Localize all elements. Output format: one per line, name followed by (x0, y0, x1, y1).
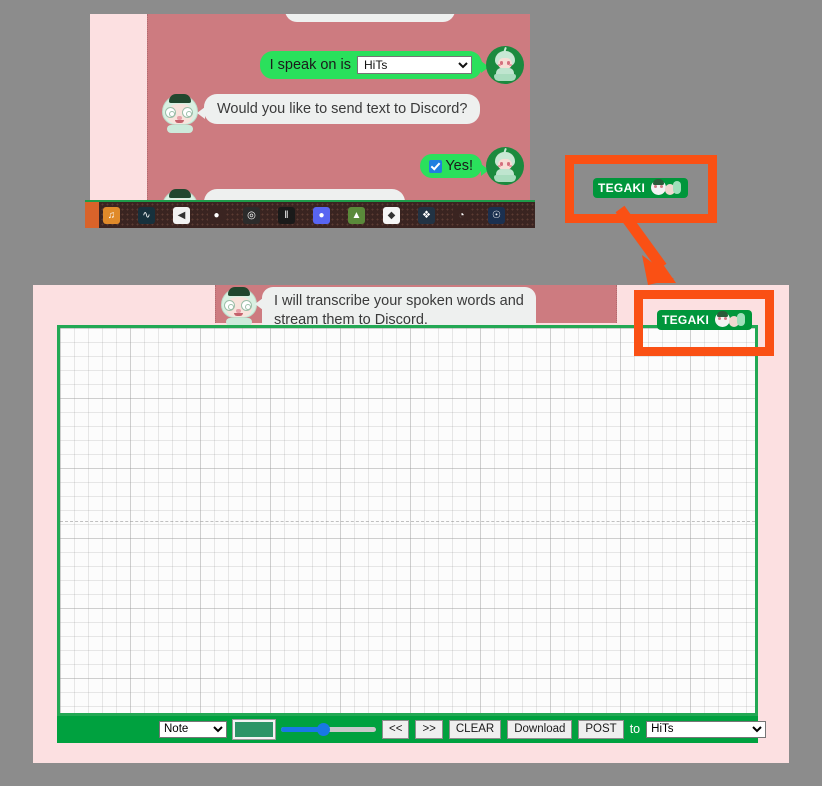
audio-speaker-icon[interactable]: ◀ (173, 206, 190, 224)
chat-row-discord-question: Would you like to send text to Discord? (160, 94, 481, 134)
drawing-toolbar: Note << >> CLEAR Download POST to HiTs (57, 716, 767, 743)
chat-bubble-yes[interactable]: Yes! (420, 153, 489, 179)
slider-thumb[interactable] (317, 722, 331, 736)
chat-bubble-cutoff-top (285, 14, 455, 22)
avatar-user-2 (486, 147, 524, 185)
obs-studio-icon[interactable]: ◎ (243, 206, 260, 224)
color-swatch-button[interactable] (232, 718, 276, 740)
download-button[interactable]: Download (507, 719, 573, 740)
taskbar-icon-row: ♫ ∿ ◀ ● ◎ ‖ ● ▲ ◆ ❖ ◔ ☉ (103, 202, 505, 228)
film-strip-icon[interactable]: ‖ (278, 206, 295, 224)
chat-bubble-speak-on: I speak on is HiTs (259, 50, 490, 80)
destination-select[interactable]: HiTs (646, 720, 767, 738)
tegaki-button-window[interactable]: TEGAKI (657, 310, 753, 330)
avatar-bot-dizzy-icon (160, 94, 200, 134)
chat-row-yes: Yes! (154, 147, 524, 185)
waveform-icon[interactable]: ∿ (138, 206, 155, 224)
avatar-bot-dizzy-icon-3 (219, 287, 259, 327)
minecraft-icon[interactable]: ▲ (348, 206, 365, 224)
krita-icon[interactable]: ◆ (383, 206, 400, 224)
taskbar-start-button[interactable] (85, 202, 99, 228)
canvas-center-guide (60, 520, 755, 522)
chibi-sprite-icon-2 (492, 147, 518, 182)
yes-label: Yes! (445, 157, 473, 174)
steam-icon[interactable]: ☉ (488, 206, 505, 224)
discord-icon[interactable]: ● (313, 206, 330, 224)
avatar-user (486, 46, 524, 84)
post-button[interactable]: POST (578, 719, 624, 740)
speak-on-select[interactable]: HiTs (357, 56, 472, 74)
tegaki-app-window: I will transcribe your spoken words and … (33, 285, 789, 763)
tegaki-button-label-2: TEGAKI (662, 313, 710, 327)
speak-on-label: I speak on is (269, 56, 351, 73)
top-browser-panel: I speak on is HiTs Would you like to sen… (90, 14, 530, 210)
drawing-canvas[interactable] (57, 325, 758, 716)
chat-bubble-discord-question: Would you like to send text to Discord? (196, 94, 481, 125)
tegaki-mascot-icon-2 (713, 311, 747, 329)
slider-fill (281, 726, 321, 732)
layer-select[interactable]: Note (159, 720, 227, 738)
redo-button[interactable]: >> (415, 719, 443, 740)
os-taskbar: ♫ ∿ ◀ ● ◎ ‖ ● ▲ ◆ ❖ ◔ ☉ (85, 200, 535, 228)
chat-transcript-area: I speak on is HiTs Would you like to sen… (147, 14, 530, 210)
headphones-icon[interactable]: ♫ (103, 206, 120, 224)
chibi-sprite-icon (492, 46, 518, 81)
blender-icon[interactable]: ◔ (453, 206, 470, 224)
undo-button[interactable]: << (382, 719, 410, 740)
camera-icon[interactable]: ● (208, 206, 225, 224)
chat-row-speak-on: I speak on is HiTs (154, 46, 524, 84)
clear-button[interactable]: CLEAR (448, 719, 502, 740)
yes-checkbox[interactable] (429, 159, 443, 173)
to-label: to (629, 722, 641, 737)
brush-size-slider[interactable] (281, 722, 376, 736)
davinci-resolve-icon[interactable]: ❖ (418, 206, 435, 224)
